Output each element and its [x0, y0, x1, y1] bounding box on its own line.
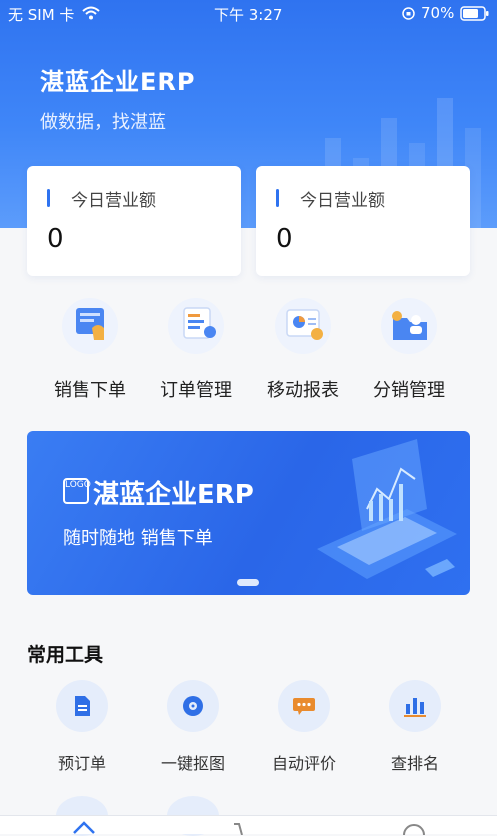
battery-icon — [460, 6, 489, 21]
quick-action-label: 移动报表 — [267, 380, 339, 401]
section-title-tools: 常用工具 — [27, 644, 104, 666]
logo-placeholder: LOGO — [63, 478, 91, 504]
carrier-label: 无 SIM 卡 — [8, 6, 75, 24]
tool-auto-review[interactable]: 自动评价 — [249, 680, 359, 773]
disc-icon — [167, 680, 219, 732]
laptop-illustration-icon — [317, 439, 457, 579]
quick-action-distribution[interactable]: 分销管理 — [349, 298, 469, 408]
stat-value: 0 — [276, 224, 293, 254]
quick-action-label: 分销管理 — [373, 380, 445, 401]
order-management-icon — [168, 298, 224, 354]
tool-label: 查排名 — [390, 754, 439, 773]
document-icon — [56, 680, 108, 732]
card-accent-bar — [47, 189, 50, 207]
stat-card-revenue[interactable]: 今日营业额 0 — [27, 166, 241, 276]
sales-order-icon — [62, 298, 118, 354]
wifi-icon — [82, 6, 100, 20]
stat-value: 0 — [47, 224, 64, 254]
tool-ranking[interactable]: 查排名 — [360, 680, 470, 773]
banner-title: 湛蓝企业ERP — [93, 480, 254, 510]
mobile-report-icon — [275, 298, 331, 354]
stat-label: 今日营业额 — [300, 191, 385, 211]
comment-icon — [278, 680, 330, 732]
carousel-indicator[interactable] — [237, 579, 259, 586]
status-bar: 无 SIM 卡 下午 3:27 70% — [0, 0, 497, 28]
tool-label: 预订单 — [57, 754, 106, 773]
stat-card-revenue-2[interactable]: 今日营业额 0 — [256, 166, 470, 276]
quick-action-label: 订单管理 — [160, 380, 232, 401]
brand-slogan: 做数据，找湛蓝 — [40, 112, 166, 133]
tool-preorder[interactable]: 预订单 — [27, 680, 137, 773]
quick-action-order-management[interactable]: 订单管理 — [136, 298, 256, 408]
battery-percent: 70% — [421, 4, 455, 22]
brand-title: 湛蓝企业ERP — [40, 68, 196, 96]
quick-action-mobile-report[interactable]: 移动报表 — [243, 298, 363, 408]
stat-label: 今日营业额 — [71, 191, 156, 211]
distribution-icon — [381, 298, 437, 354]
tool-label: 自动评价 — [271, 754, 336, 773]
banner-subtitle: 随时随地 销售下单 — [63, 528, 213, 549]
card-accent-bar — [276, 189, 279, 207]
tool-label: 一键抠图 — [160, 754, 225, 773]
bar-chart-icon — [389, 680, 441, 732]
promo-banner[interactable]: LOGO 湛蓝企业ERP 随时随地 销售下单 — [27, 431, 470, 595]
quick-action-sales-order[interactable]: 销售下单 — [30, 298, 150, 408]
tool-cutout[interactable]: 一键抠图 — [138, 680, 248, 773]
quick-action-label: 销售下单 — [54, 380, 126, 401]
clock: 下午 3:27 — [214, 6, 283, 24]
bottom-tab-bar — [0, 815, 497, 835]
orientation-lock-icon — [402, 7, 415, 20]
